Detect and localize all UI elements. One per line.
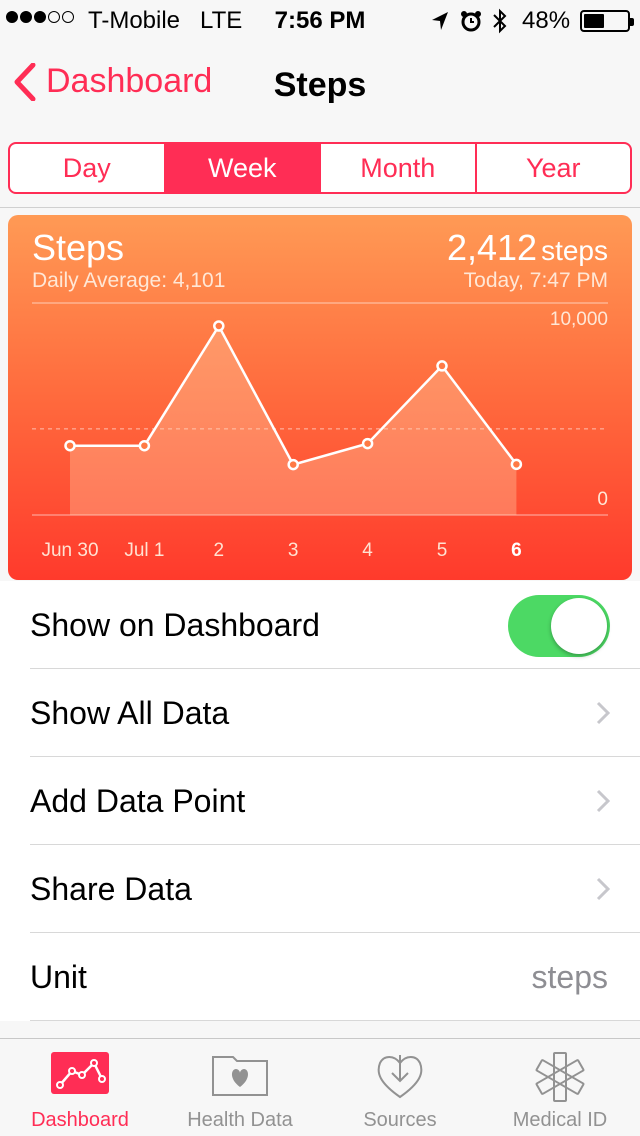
dashboard-icon — [51, 1052, 109, 1094]
tab-sources[interactable]: Sources — [320, 1039, 480, 1136]
steps-chart-card[interactable]: 10,000 0 Jun 30 Jul 1 2 3 4 5 6 Steps Daily Aver… — [8, 215, 632, 580]
show-on-dashboard-row: Show on Dashboard — [30, 581, 640, 669]
last-updated-time: Today, 7:47 PM — [463, 269, 608, 292]
x-tick-label: 3 — [288, 540, 299, 561]
sources-heart-icon — [377, 1055, 423, 1099]
location-icon — [432, 12, 448, 30]
alarm-icon — [461, 11, 481, 32]
data-point — [213, 320, 225, 332]
bluetooth-icon — [493, 8, 507, 34]
x-tick-label: 4 — [362, 540, 373, 561]
add-data-point-row[interactable]: Add Data Point — [30, 757, 640, 845]
x-tick-label: 2 — [214, 540, 225, 561]
daily-average: Daily Average: 4,101 — [32, 269, 226, 292]
tab-dashboard-label: Dashboard — [31, 1109, 129, 1131]
chevron-right-icon — [596, 701, 610, 725]
data-point — [138, 439, 151, 452]
page-title: Steps — [273, 66, 367, 104]
tab-dashboard[interactable]: Dashboard — [0, 1039, 160, 1136]
current-value-unit: steps — [541, 235, 608, 266]
tab-bar: Dashboard Health Data Sources Medical ID — [0, 1038, 640, 1136]
navigation-bar: Dashboard Steps — [0, 40, 640, 130]
time-range-segmented-control: Day Week Month Year — [8, 142, 632, 194]
segment-week[interactable]: Week — [163, 144, 319, 192]
tab-health-data-label: Health Data — [187, 1109, 293, 1131]
show-on-dashboard-toggle[interactable] — [508, 595, 610, 657]
data-point — [510, 458, 523, 471]
segment-year[interactable]: Year — [474, 144, 631, 192]
data-point — [361, 437, 374, 450]
x-tick-label: Jul 1 — [124, 540, 164, 561]
add-data-point-label: Add Data Point — [30, 783, 246, 819]
chart-area — [70, 326, 517, 515]
unit-row[interactable]: Unit steps — [30, 933, 640, 1021]
unit-label: Unit — [30, 959, 87, 995]
medical-asterisk-icon — [535, 1052, 585, 1102]
chevron-right-icon — [596, 789, 610, 813]
x-tick-label: 6 — [511, 540, 522, 561]
share-data-row[interactable]: Share Data — [30, 845, 640, 933]
segment-month[interactable]: Month — [319, 144, 475, 192]
data-point — [436, 360, 448, 372]
current-value: 2,412 steps — [447, 227, 608, 269]
tab-sources-label: Sources — [363, 1109, 437, 1131]
settings-list: Show on Dashboard Show All Data Add Data… — [0, 581, 640, 1021]
unit-value: steps — [531, 959, 608, 995]
x-tick-label: 5 — [437, 540, 448, 561]
show-all-data-row[interactable]: Show All Data — [30, 669, 640, 757]
segment-day[interactable]: Day — [10, 144, 164, 192]
health-data-folder-icon — [212, 1056, 268, 1096]
tab-medical-id[interactable]: Medical ID — [480, 1039, 640, 1136]
x-tick-label: Jun 30 — [41, 540, 98, 561]
current-value-number: 2,412 — [446, 227, 538, 268]
tab-health-data[interactable]: Health Data — [160, 1039, 320, 1136]
tab-medical-id-label: Medical ID — [512, 1109, 608, 1131]
data-point — [287, 458, 299, 471]
chevron-right-icon — [596, 877, 610, 901]
battery-icon — [580, 10, 634, 32]
y-tick-label: 0 — [597, 489, 608, 510]
share-data-label: Share Data — [30, 871, 192, 907]
chart-title: Steps — [32, 227, 125, 268]
show-all-data-label: Show All Data — [30, 695, 230, 731]
y-tick-label: 10,000 — [550, 309, 608, 330]
status-bar: T-Mobile LTE 7:56 PM 48% — [0, 0, 640, 40]
battery-percent: 48% — [522, 7, 571, 34]
show-on-dashboard-label: Show on Dashboard — [30, 607, 320, 643]
divider — [0, 207, 640, 208]
data-point — [64, 439, 76, 452]
